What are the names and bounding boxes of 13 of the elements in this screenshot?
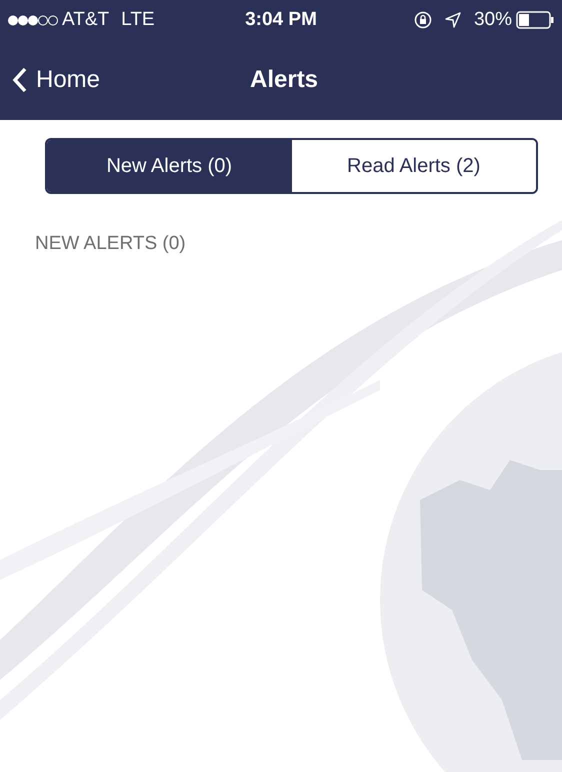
page-title: Alerts: [250, 65, 318, 95]
rotation-lock-icon: [414, 11, 432, 29]
location-icon: [444, 11, 462, 29]
network-type: LTE: [121, 8, 155, 32]
chevron-left-icon: [12, 67, 28, 93]
signal-icon: [8, 14, 58, 26]
battery-icon: [516, 11, 554, 29]
segment-tab[interactable]: New Alerts (0): [47, 140, 292, 192]
section-header: NEW ALERTS (0): [35, 232, 187, 256]
back-button[interactable]: Home: [0, 62, 100, 98]
status-time: 3:04 PM: [245, 8, 317, 32]
carrier-name: AT&T: [62, 8, 110, 32]
battery-percentage: 30%: [474, 8, 512, 32]
